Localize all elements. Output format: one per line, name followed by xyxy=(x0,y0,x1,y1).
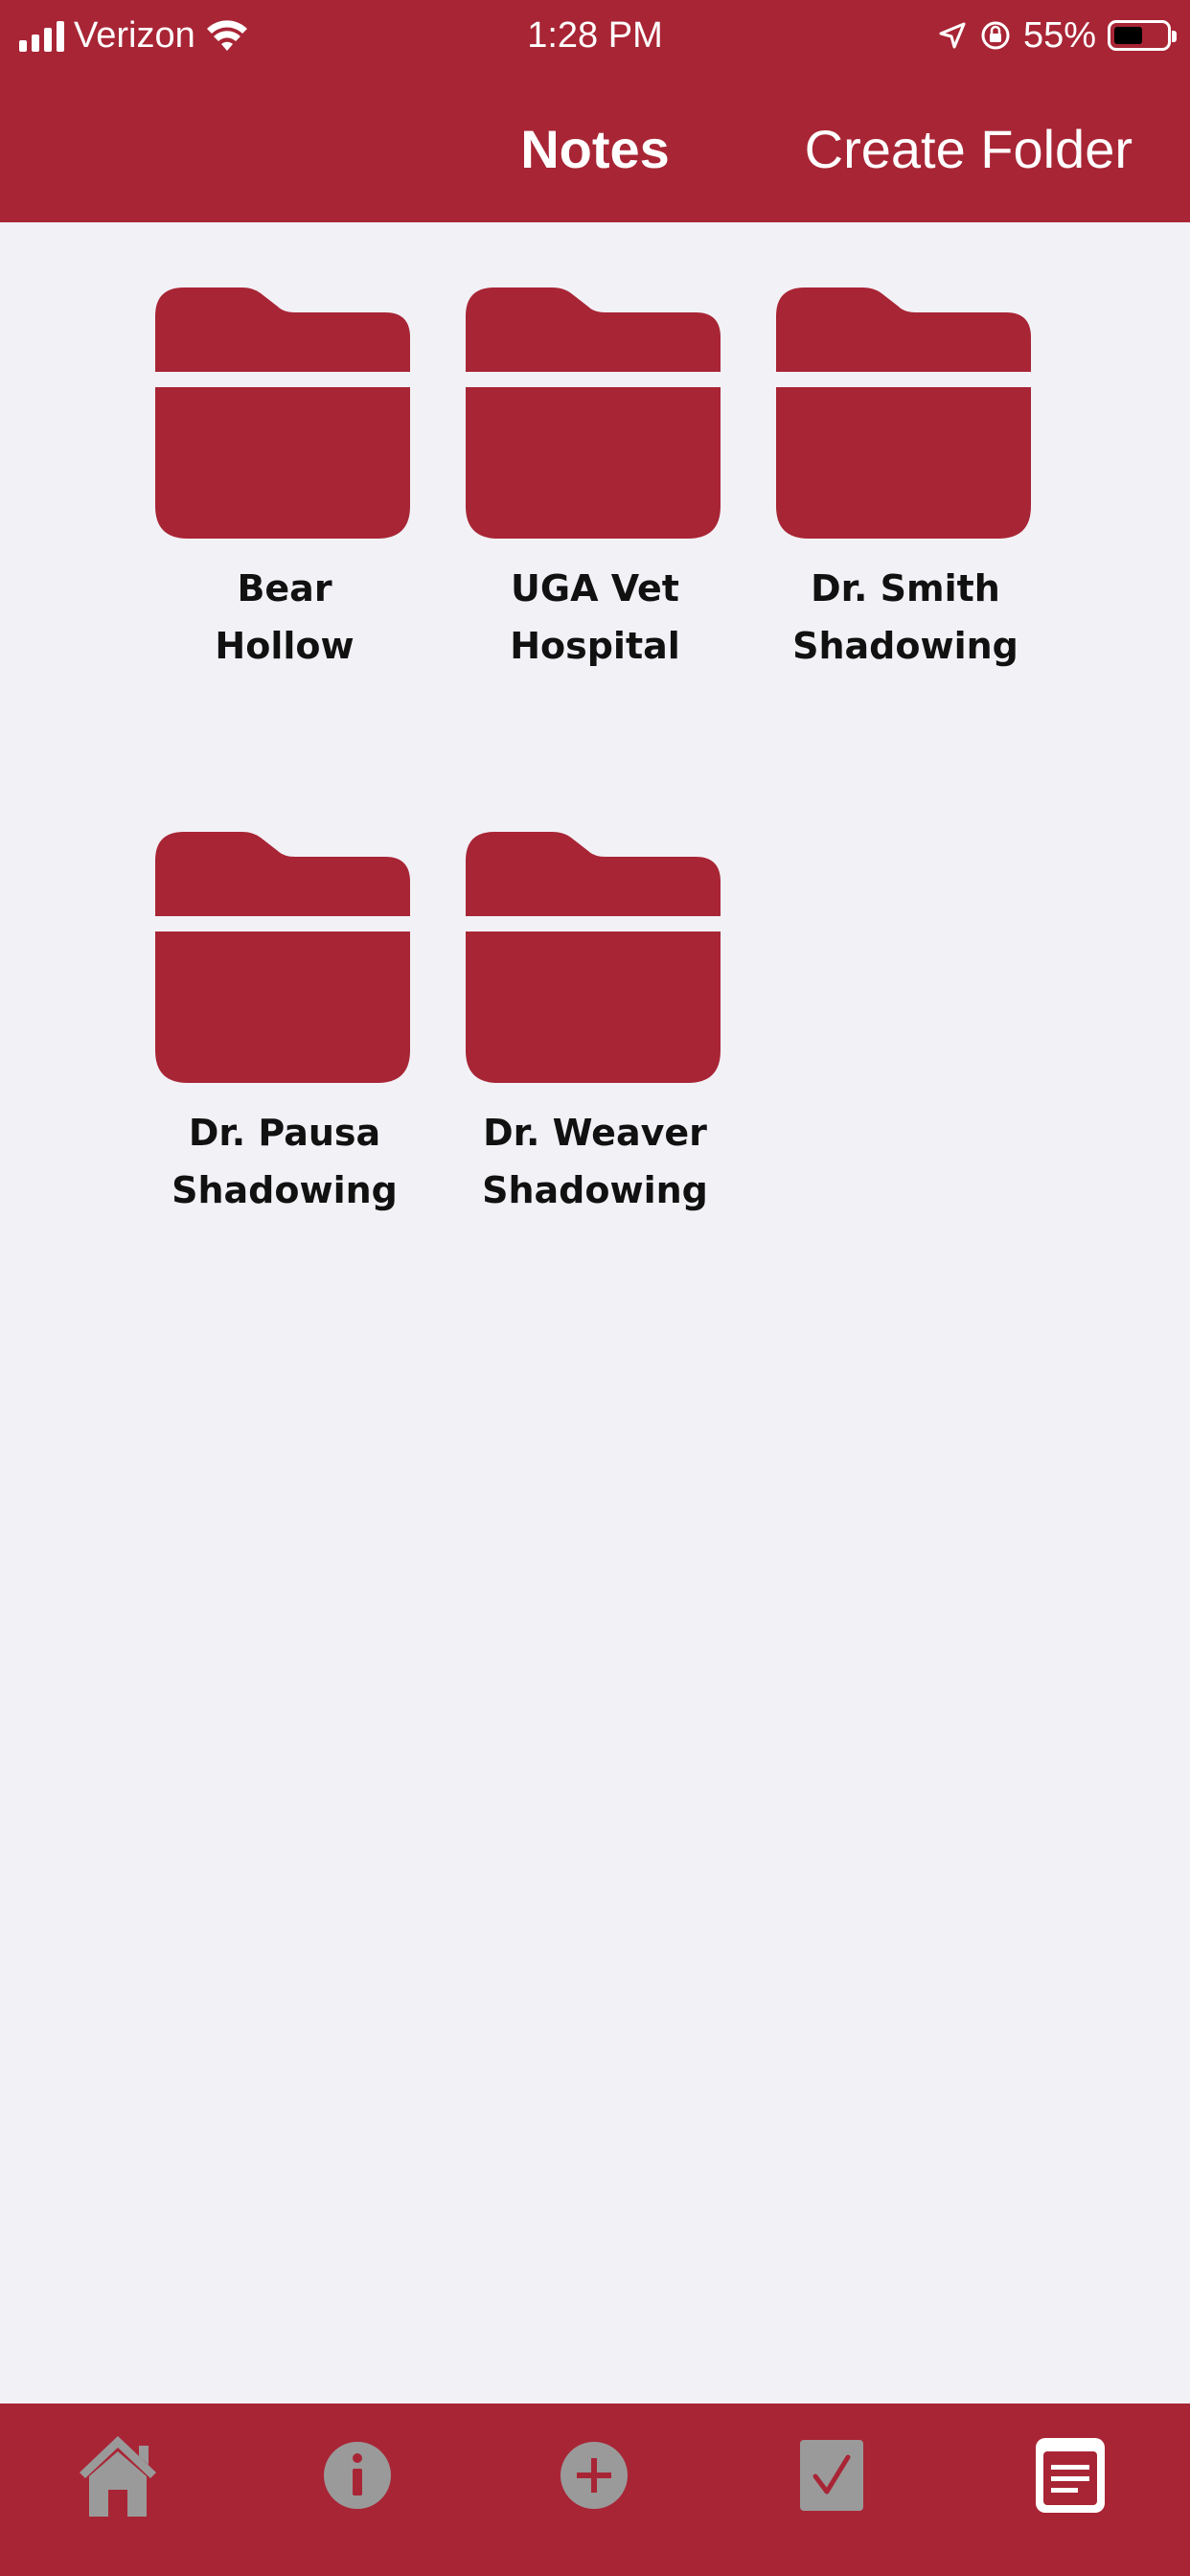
status-bar-right: 55% xyxy=(937,12,1177,59)
folder-icon xyxy=(155,832,410,1083)
notes-icon xyxy=(1036,2438,1105,2513)
folder-label: UGA Vet Hospital xyxy=(510,567,680,667)
folder-item[interactable]: Dr. Weaver Shadowing xyxy=(461,832,729,1234)
folder-label: Dr. Pausa Shadowing xyxy=(172,1112,398,1211)
folder-icon xyxy=(155,288,410,539)
tab-home[interactable] xyxy=(56,2423,180,2528)
folder-item[interactable]: UGA Vet Hospital xyxy=(461,288,729,690)
folder-icon xyxy=(776,288,1031,539)
info-icon xyxy=(324,2442,391,2509)
battery-level xyxy=(1114,27,1142,44)
location-icon xyxy=(939,22,966,49)
folder-icon xyxy=(466,832,721,1083)
add-icon xyxy=(561,2442,628,2509)
checkbox-icon xyxy=(800,2440,863,2511)
tab-info[interactable] xyxy=(295,2423,420,2528)
folder-item[interactable]: Dr. Pausa Shadowing xyxy=(150,832,419,1234)
battery-percent: 55% xyxy=(1022,14,1096,56)
folder-item[interactable]: Dr. Smith Shadowing xyxy=(771,288,1040,690)
battery-icon xyxy=(1108,20,1177,51)
tab-bar xyxy=(0,2404,1190,2576)
home-icon xyxy=(80,2436,156,2517)
tab-notes[interactable] xyxy=(1008,2423,1133,2528)
tab-tasks[interactable] xyxy=(769,2423,894,2528)
status-bar: Verizon 1:28 PM 55% xyxy=(0,0,1190,73)
rotation-lock-icon xyxy=(981,21,1010,50)
folder-label: Bear Hollow xyxy=(215,567,355,667)
folder-icon xyxy=(466,288,721,539)
folder-label: Dr. Weaver Shadowing xyxy=(482,1112,708,1211)
folder-label: Dr. Smith Shadowing xyxy=(792,567,1018,667)
header: Verizon 1:28 PM 55% Notes Create Folder xyxy=(0,0,1190,222)
create-folder-button[interactable]: Create Folder xyxy=(805,113,1133,186)
tab-add[interactable] xyxy=(532,2423,656,2528)
app-screen: Verizon 1:28 PM 55% Notes Create Folder … xyxy=(0,0,1190,2576)
folder-item[interactable]: Bear Hollow xyxy=(150,288,419,690)
